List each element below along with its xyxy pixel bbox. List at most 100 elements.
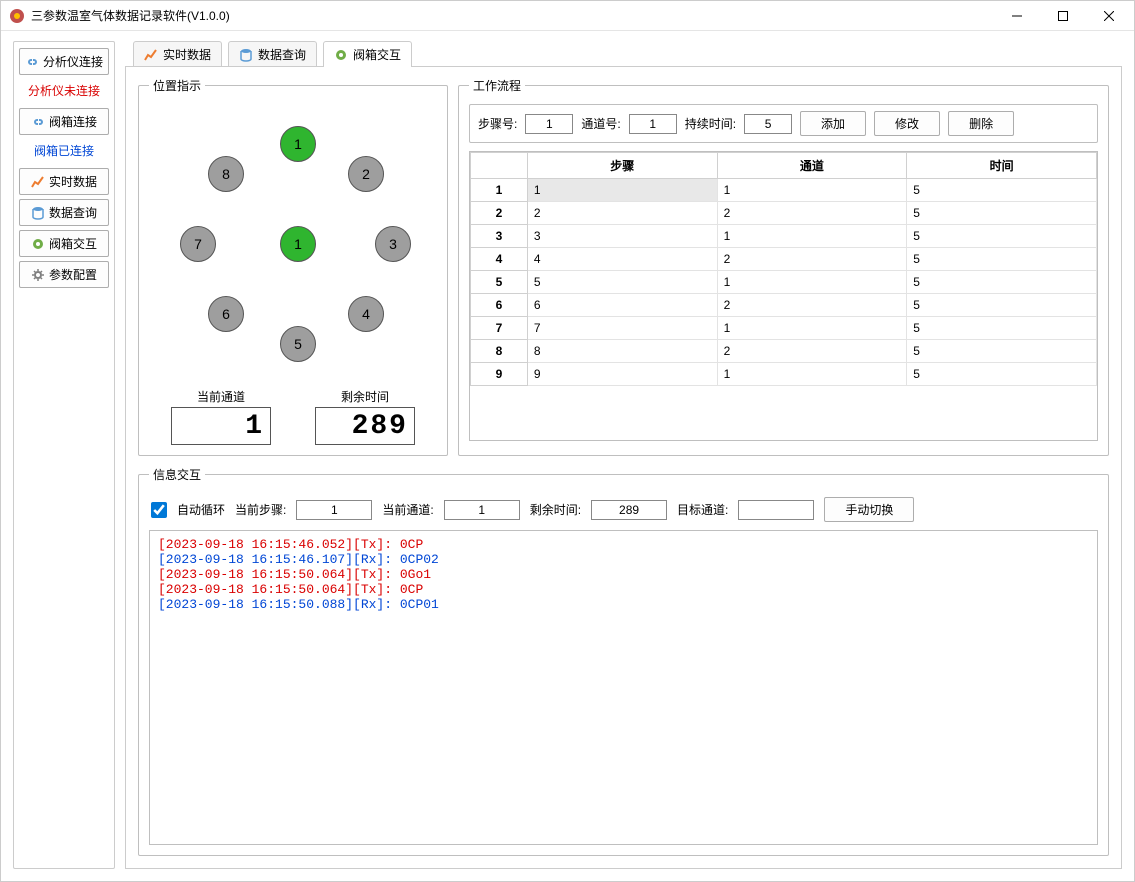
analyzer-connect-label: 分析仪连接 <box>43 53 103 70</box>
channel-node-4[interactable]: 4 <box>348 296 384 332</box>
position-group: 位置指示 123456781 当前通道 1 剩余时间 289 <box>138 77 448 456</box>
workflow-bar: 步骤号: 通道号: 持续时间: 添加 修改 删除 <box>469 104 1098 143</box>
row-index: 1 <box>471 179 528 202</box>
db-icon <box>31 206 45 220</box>
realtime-button[interactable]: 实时数据 <box>19 168 109 195</box>
table-row[interactable]: 3315 <box>471 225 1097 248</box>
remaining-readout: 剩余时间 289 <box>315 388 415 445</box>
channel-node-7[interactable]: 7 <box>180 226 216 262</box>
current-channel-label: 当前通道 <box>171 388 271 405</box>
table-row[interactable]: 9915 <box>471 363 1097 386</box>
body: 分析仪连接 分析仪未连接 阀箱连接 阀箱已连接 实时数据 数据查询 阀箱交互 <box>1 31 1134 881</box>
tab-query[interactable]: 数据查询 <box>228 41 317 67</box>
channel-node-2[interactable]: 2 <box>348 156 384 192</box>
param-config-button[interactable]: 参数配置 <box>19 261 109 288</box>
app-icon <box>9 8 25 24</box>
row-index: 5 <box>471 271 528 294</box>
link-icon <box>31 115 45 129</box>
cell: 1 <box>717 271 907 294</box>
workflow-legend: 工作流程 <box>469 77 525 94</box>
cur-step-label: 当前步骤: <box>235 501 286 518</box>
valve-icon <box>31 237 45 251</box>
app-window: 三参数温室气体数据记录软件(V1.0.0) 分析仪连接 分析仪未连接 阀箱连接 … <box>0 0 1135 882</box>
cell: 5 <box>907 271 1097 294</box>
valve-interact-button[interactable]: 阀箱交互 <box>19 230 109 257</box>
duration-label: 持续时间: <box>685 115 736 132</box>
cell: 5 <box>907 179 1097 202</box>
cur-step-value <box>296 500 372 520</box>
workflow-group: 工作流程 步骤号: 通道号: 持续时间: 添加 修改 删除 <box>458 77 1109 456</box>
delete-button[interactable]: 删除 <box>948 111 1014 136</box>
query-button[interactable]: 数据查询 <box>19 199 109 226</box>
table-row[interactable]: 2225 <box>471 202 1097 225</box>
readouts: 当前通道 1 剩余时间 289 <box>149 388 437 445</box>
table-row[interactable]: 4425 <box>471 248 1097 271</box>
row-index: 3 <box>471 225 528 248</box>
tab-valve[interactable]: 阀箱交互 <box>323 41 412 67</box>
table-row[interactable]: 6625 <box>471 294 1097 317</box>
cell: 5 <box>907 340 1097 363</box>
channel-node-1[interactable]: 1 <box>280 126 316 162</box>
analyzer-connect-button[interactable]: 分析仪连接 <box>19 48 109 75</box>
query-label: 数据查询 <box>49 204 97 221</box>
cell: 1 <box>527 179 717 202</box>
cell: 7 <box>527 317 717 340</box>
workflow-table-wrap[interactable]: 步骤通道时间 111522253315442555156625771588259… <box>469 151 1098 441</box>
cur-ch-label: 当前通道: <box>382 501 433 518</box>
add-button[interactable]: 添加 <box>800 111 866 136</box>
remain-value <box>591 500 667 520</box>
cell: 5 <box>907 248 1097 271</box>
col-header: 通道 <box>717 153 907 179</box>
valve-connect-label: 阀箱连接 <box>49 113 97 130</box>
channel-node-1[interactable]: 1 <box>280 226 316 262</box>
cell: 3 <box>527 225 717 248</box>
step-input[interactable] <box>525 114 573 134</box>
cell: 1 <box>717 225 907 248</box>
channel-diagram: 12 3 456 7 81 <box>153 104 433 384</box>
cell: 4 <box>527 248 717 271</box>
table-row[interactable]: 5515 <box>471 271 1097 294</box>
row-index: 7 <box>471 317 528 340</box>
channel-node-5[interactable]: 5 <box>280 326 316 362</box>
manual-switch-button[interactable]: 手动切换 <box>824 497 914 522</box>
channel-node-3[interactable]: 3 <box>375 226 411 262</box>
cell: 5 <box>907 202 1097 225</box>
close-button[interactable] <box>1086 1 1132 31</box>
minimize-button[interactable] <box>994 1 1040 31</box>
cell: 5 <box>907 363 1097 386</box>
modify-button[interactable]: 修改 <box>874 111 940 136</box>
titlebar: 三参数温室气体数据记录软件(V1.0.0) <box>1 1 1134 31</box>
cell: 6 <box>527 294 717 317</box>
cell: 5 <box>907 294 1097 317</box>
link-icon <box>25 55 39 69</box>
target-input[interactable] <box>738 500 814 520</box>
log-line: [2023-09-18 16:15:50.064][Tx]: 0Go1 <box>158 567 1089 582</box>
tab-query-label: 数据查询 <box>258 46 306 63</box>
auto-loop-checkbox[interactable] <box>151 502 167 518</box>
cell: 1 <box>717 317 907 340</box>
log-output[interactable]: [2023-09-18 16:15:46.052][Tx]: 0CP [2023-… <box>149 530 1098 845</box>
col-header: 时间 <box>907 153 1097 179</box>
valve-interact-label: 阀箱交互 <box>49 235 97 252</box>
realtime-label: 实时数据 <box>49 173 97 190</box>
cell: 2 <box>717 340 907 363</box>
valve-connect-button[interactable]: 阀箱连接 <box>19 108 109 135</box>
row-index: 6 <box>471 294 528 317</box>
log-line: [2023-09-18 16:15:46.052][Tx]: 0CP <box>158 537 1089 552</box>
duration-input[interactable] <box>744 114 792 134</box>
table-row[interactable]: 8825 <box>471 340 1097 363</box>
target-label: 目标通道: <box>677 501 728 518</box>
channel-input[interactable] <box>629 114 677 134</box>
channel-node-8[interactable]: 8 <box>208 156 244 192</box>
table-row[interactable]: 7715 <box>471 317 1097 340</box>
cell: 2 <box>527 202 717 225</box>
analyzer-status: 分析仪未连接 <box>19 79 109 104</box>
gear-icon <box>31 268 45 282</box>
cell: 1 <box>717 363 907 386</box>
table-row[interactable]: 1115 <box>471 179 1097 202</box>
maximize-button[interactable] <box>1040 1 1086 31</box>
channel-node-6[interactable]: 6 <box>208 296 244 332</box>
tab-valve-label: 阀箱交互 <box>353 46 401 63</box>
tab-realtime[interactable]: 实时数据 <box>133 41 222 67</box>
cell: 9 <box>527 363 717 386</box>
